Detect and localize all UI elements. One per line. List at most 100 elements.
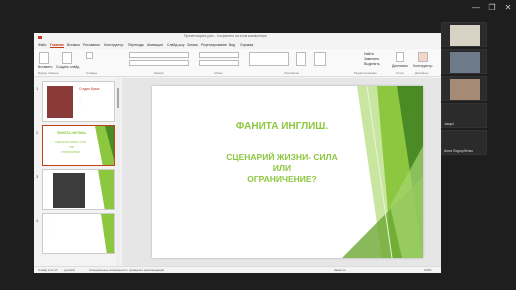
thumb-text: …	[47, 218, 50, 221]
new-slide-label: Создать слайд	[56, 65, 80, 69]
thumb-text: …	[79, 101, 82, 104]
slide-counter: Слайд 2 из 17	[38, 268, 58, 272]
status-bar: Слайд 2 из 17 русский Специальные возмож…	[34, 266, 441, 273]
thumb-title: Стадии брака	[79, 87, 100, 91]
slide-thumbnail-2[interactable]: ФАНИТА ИНГЛИШ. СЦЕНАРИЙ ЖИЗНИ- СИЛА ИЛИ …	[42, 125, 115, 166]
group-slides: Слайды	[86, 71, 98, 75]
find-button[interactable]: Найти	[364, 52, 374, 56]
current-slide[interactable]: ФАНИТА ИНГЛИШ. СЦЕНАРИЙ ЖИЗНИ- СИЛА ИЛИ …	[152, 86, 423, 258]
menu-view[interactable]: Вид	[229, 43, 235, 47]
slide-subtitle[interactable]: СЦЕНАРИЙ ЖИЗНИ- СИЛА ИЛИ ОГРАНИЧЕНИЕ?	[192, 152, 372, 185]
subtitle-line: ИЛИ	[272, 163, 292, 173]
title-bar: Презентация1.pptx - Сохранено на этом ко…	[34, 33, 441, 42]
scroll-handle[interactable]	[117, 88, 119, 108]
reuse-slides-button[interactable]	[86, 52, 93, 59]
participants-panel: Jacqui Анна Подгорбенко	[441, 22, 516, 290]
video-feed	[450, 79, 480, 100]
video-feed	[450, 52, 480, 73]
paragraph-bullets-row[interactable]	[199, 52, 239, 58]
thumb-text: …	[79, 96, 82, 99]
participant-video[interactable]	[441, 76, 487, 101]
menu-slideshow[interactable]: Слайд-шоу	[167, 43, 185, 47]
menu-home[interactable]: Главная	[50, 43, 64, 48]
thumb-number: 2	[36, 130, 39, 135]
participant-name: Анна Подгорбенко	[444, 149, 474, 153]
video-feed	[450, 25, 480, 46]
new-slide-button[interactable]	[62, 52, 72, 64]
dictate-mic-icon[interactable]	[396, 52, 404, 62]
designer-label: Конструктор	[413, 64, 433, 68]
window-title: Презентация1.pptx - Сохранено на этом ко…	[184, 34, 267, 38]
menu-animations[interactable]: Анимация	[147, 43, 163, 47]
menu-review[interactable]: Рецензирование	[201, 43, 227, 47]
portrait-image	[47, 86, 73, 118]
thumb-number: 1	[36, 86, 39, 91]
participant-video[interactable]	[441, 49, 487, 74]
group-paragraph: Абзац	[214, 71, 223, 75]
font-format-row[interactable]	[129, 60, 189, 66]
designer-icon[interactable]	[418, 52, 428, 62]
meeting-bottom-bar	[34, 273, 441, 290]
group-designer: Дизайнер	[415, 71, 429, 75]
close-icon[interactable]: ✕	[500, 2, 516, 14]
left-dark-margin	[0, 0, 34, 290]
slide-thumbnail-4[interactable]: … … …	[42, 213, 115, 254]
maximize-icon[interactable]: ❐	[484, 2, 500, 14]
minimize-icon[interactable]: —	[468, 2, 484, 14]
slide-thumbnail-3[interactable]	[42, 169, 115, 210]
group-voice: Голос	[396, 71, 404, 75]
thumb-text: …	[47, 226, 50, 229]
menu-transitions[interactable]: Переходы	[128, 43, 144, 47]
menu-design[interactable]: Конструктор	[104, 43, 123, 47]
green-decoration	[98, 170, 114, 209]
green-decoration	[101, 214, 114, 253]
accessibility-status[interactable]: Специальные возможности: проверьте реком…	[89, 268, 164, 272]
quick-styles-button[interactable]	[314, 52, 326, 66]
paste-button[interactable]	[39, 52, 49, 64]
participant-tile[interactable]: Анна Подгорбенко	[441, 130, 487, 155]
select-button[interactable]: Выделить	[364, 62, 380, 66]
thumbnail-pane: 1 Стадии брака … … … 2 ФАНИТА ИНГЛИШ. СЦ…	[34, 78, 121, 266]
participant-video[interactable]	[441, 22, 487, 47]
menu-record[interactable]: Запись	[187, 43, 198, 47]
menu-help[interactable]: Справка	[240, 43, 253, 47]
zoom-level[interactable]: 106%	[424, 268, 432, 272]
menu-insert[interactable]: Вставка	[67, 43, 80, 47]
thumb-text: СЦЕНАРИЙ ЖИЗНИ- СИЛА	[55, 141, 86, 144]
shapes-gallery[interactable]	[249, 52, 289, 66]
participant-tile[interactable]: Jacqui	[441, 103, 487, 128]
thumb-title: ФАНИТА ИНГЛИШ.	[57, 131, 87, 135]
thumb-text: …	[47, 234, 50, 237]
thumb-number: 3	[36, 174, 39, 179]
thumb-number: 4	[36, 218, 39, 223]
thumb-text: …	[79, 106, 82, 109]
language-indicator[interactable]: русский	[64, 268, 75, 272]
slide-title[interactable]: ФАНИТА ИНГЛИШ.	[212, 121, 352, 132]
menu-bar: Файл Главная Вставка Рисование Конструкт…	[34, 42, 441, 49]
group-drawing: Рисование	[284, 71, 300, 75]
participant-name: Jacqui	[444, 122, 454, 126]
menu-file[interactable]: Файл	[38, 43, 46, 47]
notes-button[interactable]: Заметки	[334, 268, 345, 272]
paste-label: Вставить	[38, 65, 53, 69]
group-editing: Редактирование	[354, 71, 377, 75]
replace-button[interactable]: Заменить	[364, 57, 379, 61]
subtitle-line: ОГРАНИЧЕНИЕ?	[247, 174, 317, 184]
thumb-text: ИЛИ	[69, 146, 75, 149]
meeting-top-bar: — ❐ ✕	[0, 0, 516, 22]
ribbon: Вставить Создать слайд Найти Заменить Вы…	[34, 49, 441, 77]
paragraph-align-row[interactable]	[199, 60, 239, 66]
slide-thumbnail-1[interactable]: Стадии брака … … …	[42, 81, 115, 122]
thumbnail-scrollbar[interactable]	[116, 78, 120, 266]
autosave-icon[interactable]	[38, 36, 42, 39]
dictate-label: Диктовать	[392, 64, 409, 68]
group-font: Шрифт	[154, 71, 164, 75]
powerpoint-window: Презентация1.pptx - Сохранено на этом ко…	[34, 33, 441, 273]
arrange-button[interactable]	[296, 52, 306, 66]
group-clipboard: Буфер обмена	[38, 71, 59, 75]
slide-editor: ФАНИТА ИНГЛИШ. СЦЕНАРИЙ ЖИЗНИ- СИЛА ИЛИ …	[122, 78, 441, 266]
thumb-text: ОГРАНИЧЕНИЕ?	[61, 151, 81, 154]
font-name-select[interactable]	[129, 52, 189, 58]
menu-draw[interactable]: Рисование	[83, 43, 100, 47]
subtitle-line: СЦЕНАРИЙ ЖИЗНИ- СИЛА	[226, 152, 338, 162]
